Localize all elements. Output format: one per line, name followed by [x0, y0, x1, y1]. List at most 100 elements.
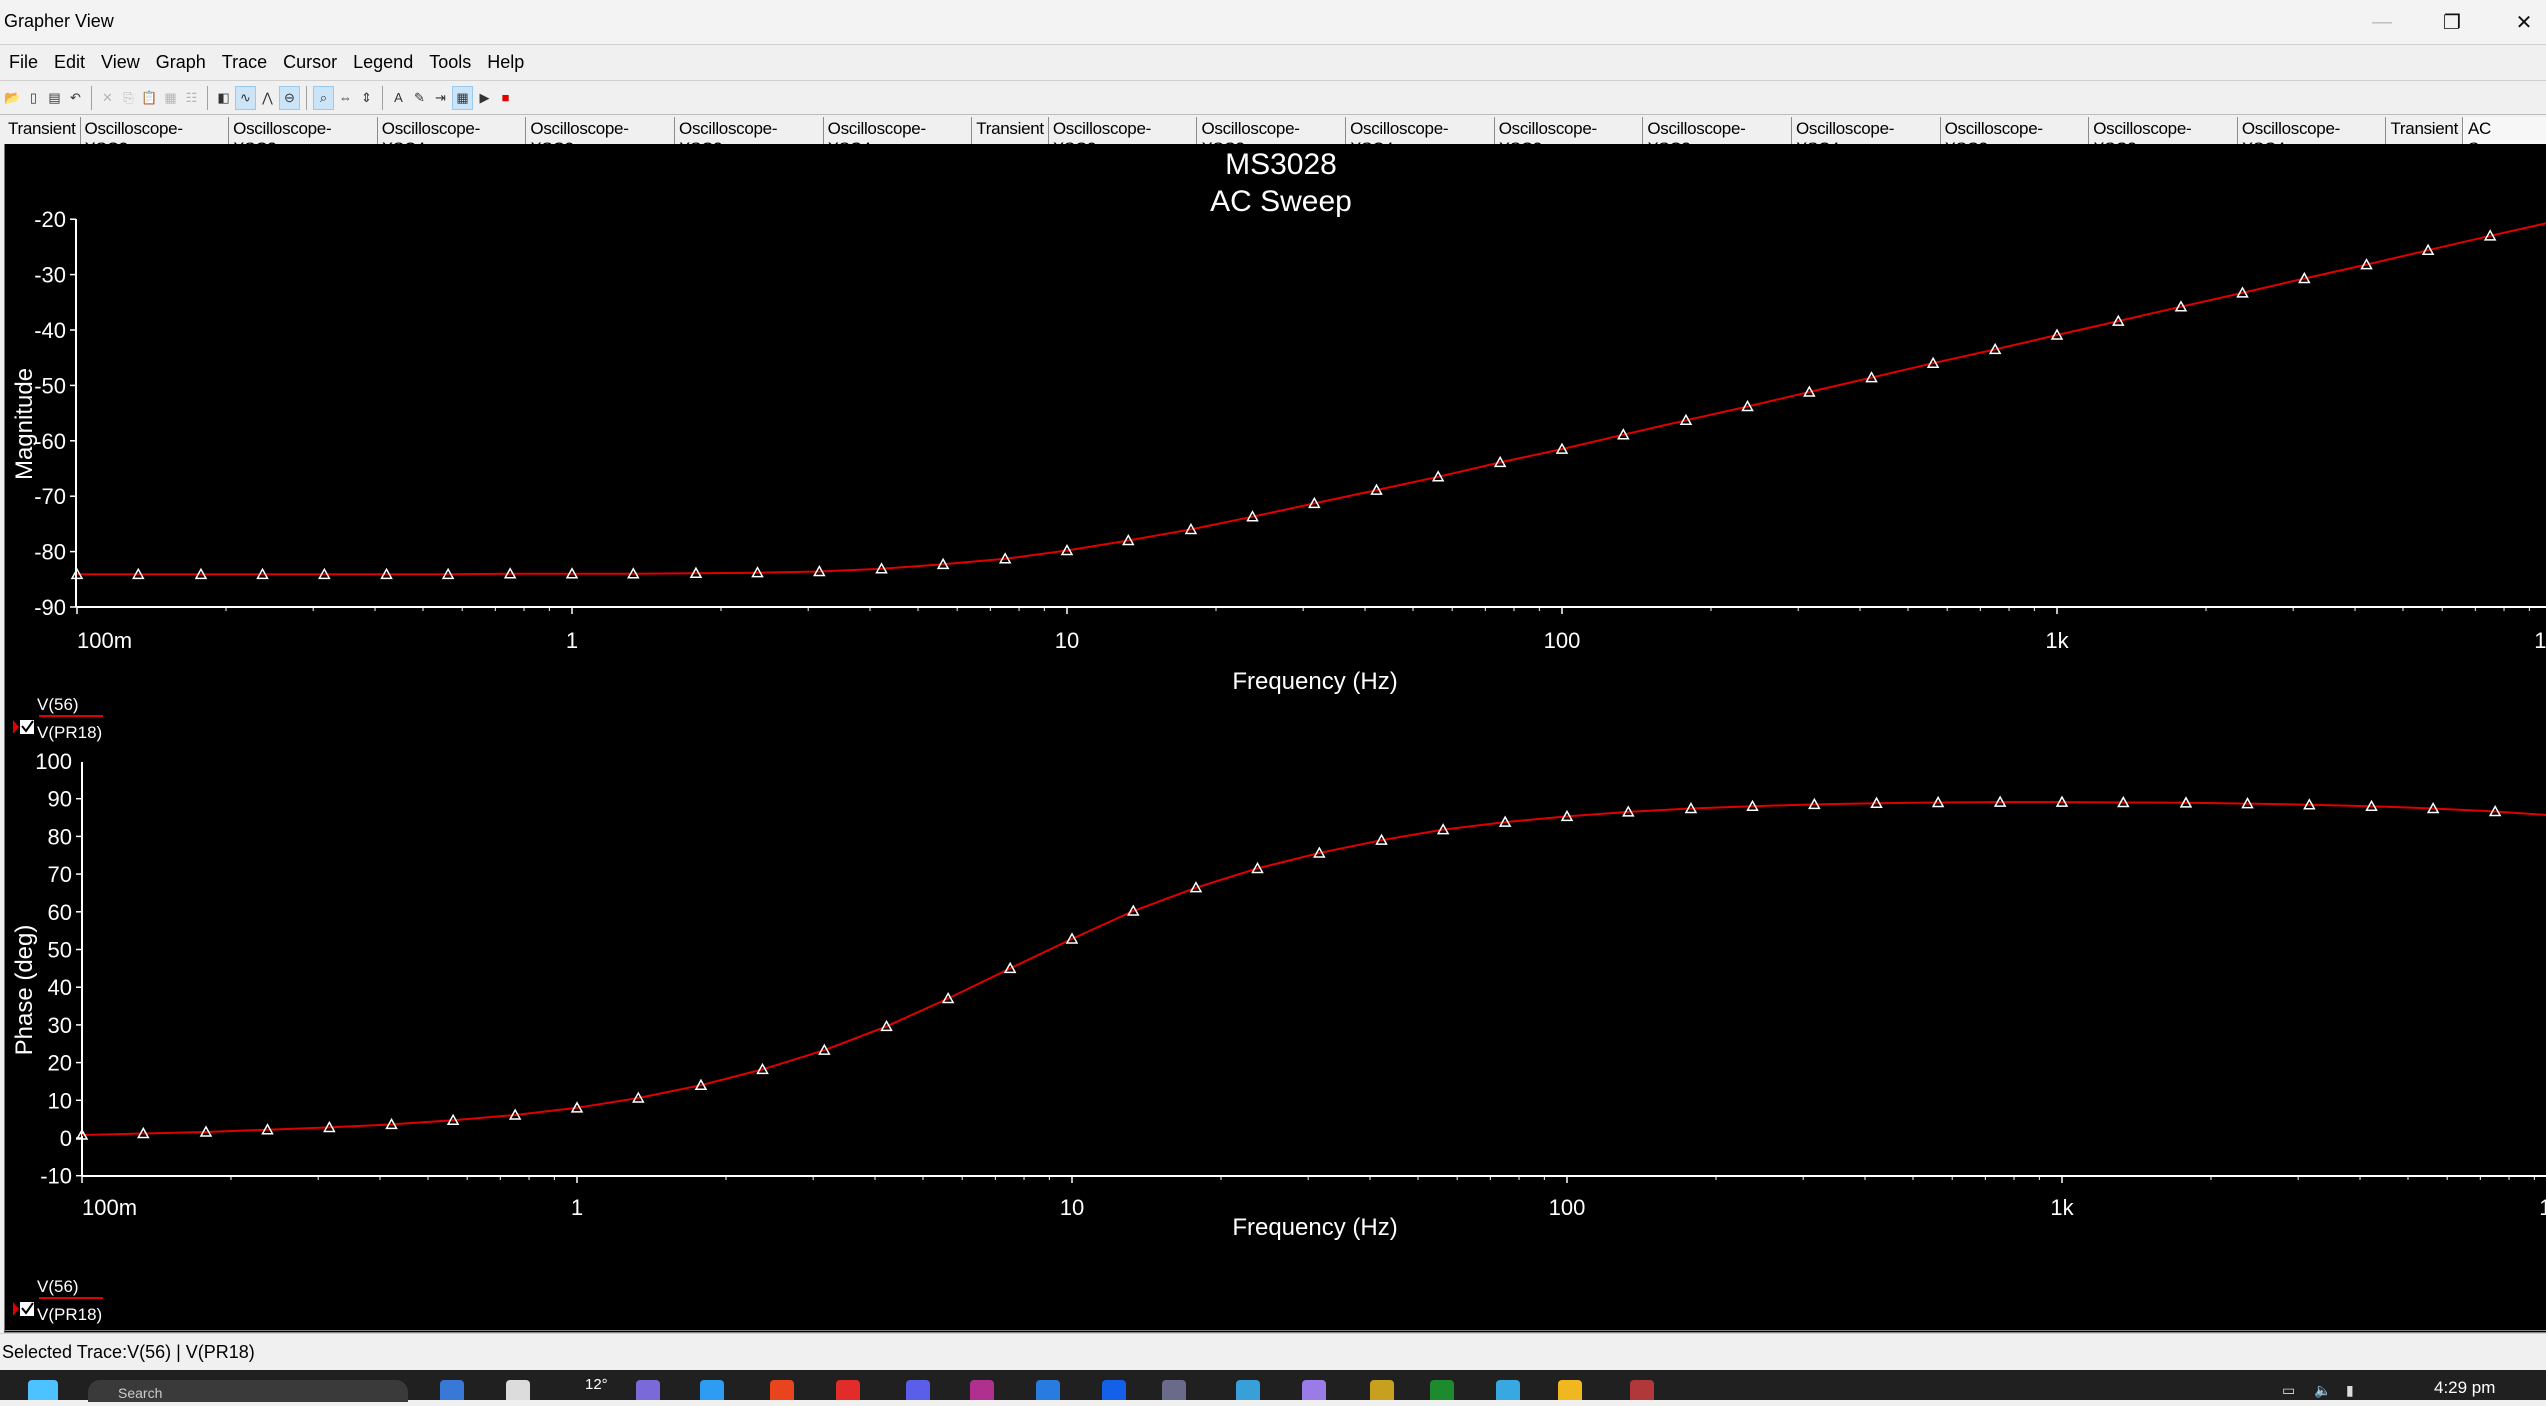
- xbox-icon[interactable]: [1430, 1380, 1454, 1400]
- tab-oscilloscope-xsc4[interactable]: Oscilloscope-XSC4: [1346, 117, 1495, 158]
- copy-button[interactable]: ⎘: [119, 87, 138, 109]
- weather-widget[interactable]: 12°: [585, 1376, 608, 1393]
- zoom-area-button[interactable]: ⌕: [313, 85, 334, 110]
- menu-help[interactable]: Help: [478, 52, 531, 73]
- app-icon[interactable]: [1036, 1380, 1060, 1400]
- zoom-x-button[interactable]: ⇔: [336, 87, 355, 109]
- trace-line[interactable]: [82, 801, 2546, 1136]
- cut-button[interactable]: ✕: [98, 87, 117, 109]
- tab-oscilloscope-xsc4[interactable]: Oscilloscope-XSC4: [377, 117, 527, 158]
- tab-oscilloscope-xsc2[interactable]: Oscilloscope-XSC2: [1940, 117, 2090, 158]
- tab-oscilloscope-xsc2[interactable]: Oscilloscope-XSC2: [526, 117, 676, 158]
- menu-graph[interactable]: Graph: [147, 52, 213, 73]
- tab-oscilloscope-xsc3[interactable]: Oscilloscope-XSC3: [1643, 117, 1792, 158]
- tab-transient[interactable]: Transient: [4, 117, 81, 144]
- menu-cursor[interactable]: Cursor: [274, 52, 344, 73]
- tab-oscilloscope-xsc4[interactable]: Oscilloscope-XSC4: [823, 117, 973, 158]
- file-explorer-icon[interactable]: [506, 1380, 530, 1400]
- taskbar-search[interactable]: Search: [88, 1380, 408, 1402]
- tab-oscilloscope-xsc4[interactable]: Oscilloscope-XSC4: [1791, 117, 1941, 158]
- tab-ac-sweep[interactable]: AC Sweep: [2463, 117, 2546, 158]
- selected-trace-marker-icon: [13, 1302, 19, 1316]
- menu-tools[interactable]: Tools: [420, 52, 478, 73]
- app-icon[interactable]: [1370, 1380, 1394, 1400]
- minimize-button[interactable]: —: [2352, 0, 2412, 44]
- tab-oscilloscope-xsc3[interactable]: Oscilloscope-XSC3: [2089, 117, 2238, 158]
- tab-oscilloscope-xsc2[interactable]: Oscilloscope-XSC2: [80, 117, 230, 158]
- overlay-button[interactable]: ▦: [452, 85, 473, 110]
- trace-line[interactable]: [77, 222, 2546, 576]
- tab-oscilloscope-xsc2[interactable]: Oscilloscope-XSC2: [1048, 117, 1198, 158]
- graph-area[interactable]: MS3028 AC Sweep -20 -30 -40 -50 -60 -70 -80 -90…: [4, 144, 2546, 1333]
- x-axis-label: Frequency (Hz): [1232, 1214, 1397, 1241]
- print-icon: ▤: [48, 89, 61, 105]
- trace-legend[interactable]: V(56) V(PR18): [13, 1277, 103, 1324]
- app-icon[interactable]: [1302, 1380, 1326, 1400]
- restore-button[interactable]: ❐: [2422, 0, 2482, 44]
- menu-legend[interactable]: Legend: [344, 52, 420, 73]
- tab-oscilloscope-xsc4[interactable]: Oscilloscope-XSC4: [2237, 117, 2387, 158]
- cursor-button[interactable]: ⋀: [258, 87, 277, 109]
- battery-icon[interactable]: ▮: [2346, 1382, 2354, 1399]
- minimize-icon: —: [2372, 10, 2392, 33]
- copilot-icon[interactable]: [440, 1380, 464, 1400]
- app-icon[interactable]: [1102, 1380, 1126, 1400]
- toggle-background-button[interactable]: ◧: [214, 87, 233, 109]
- stop-button[interactable]: ■: [496, 87, 515, 109]
- export-button[interactable]: ⇥: [431, 87, 450, 109]
- zoom-out-button[interactable]: ⊖: [279, 85, 300, 110]
- properties-button[interactable]: ✎: [410, 87, 429, 109]
- text-button[interactable]: A: [389, 87, 408, 109]
- menu-edit[interactable]: Edit: [45, 52, 92, 73]
- calendar-icon[interactable]: [1496, 1380, 1520, 1400]
- zoom-out-icon: ⊖: [284, 89, 295, 105]
- paste-button[interactable]: 📋: [140, 87, 159, 109]
- bode-plot[interactable]: MS3028 AC Sweep -20 -30 -40 -50 -60 -70 -80 -90…: [5, 144, 2546, 1330]
- y-tick-label: 0: [60, 1126, 72, 1151]
- save-button[interactable]: ▯: [24, 87, 43, 109]
- text-icon: A: [394, 90, 403, 105]
- app-icon[interactable]: [1630, 1380, 1654, 1400]
- app-icon[interactable]: [836, 1380, 860, 1400]
- app-icon[interactable]: [970, 1380, 994, 1400]
- selected-trace-marker-icon: [13, 720, 19, 734]
- phase-plot[interactable]: 1009080706050403020100-10100m1101001k10k…: [11, 749, 2546, 1324]
- graph-title: MS3028: [1225, 148, 1337, 181]
- edge-icon[interactable]: [700, 1380, 724, 1400]
- app-icon[interactable]: [636, 1380, 660, 1400]
- tab-oscilloscope-xsc3[interactable]: Oscilloscope-XSC3: [1197, 117, 1347, 158]
- y-tick-label: -20: [34, 207, 66, 232]
- chrome-icon[interactable]: [906, 1380, 930, 1400]
- volume-icon[interactable]: 🔈: [2314, 1382, 2331, 1399]
- x-tick-label: 1: [571, 1195, 583, 1220]
- tab-oscilloscope-xsc3[interactable]: Oscilloscope-XSC3: [229, 117, 378, 158]
- grid-icon: ▦: [164, 89, 177, 105]
- grapher-app-icon[interactable]: [1162, 1380, 1186, 1400]
- legend-button[interactable]: ☷: [182, 87, 201, 109]
- menu-view[interactable]: View: [92, 52, 147, 73]
- tab-oscilloscope-xsc2[interactable]: Oscilloscope-XSC2: [1494, 117, 1644, 158]
- cut-icon: ✕: [102, 89, 113, 105]
- start-icon[interactable]: [28, 1380, 58, 1400]
- brave-icon[interactable]: [770, 1380, 794, 1400]
- magnitude-plot[interactable]: -20 -30 -40 -50 -60 -70 -80 -90 100m 1 10 100 1k 10k F…: [11, 207, 2546, 742]
- tab-transient[interactable]: Transient: [972, 117, 1049, 144]
- tab-transient[interactable]: Transient: [2386, 117, 2464, 144]
- print-button[interactable]: ▤: [45, 87, 64, 109]
- app-icon[interactable]: [1236, 1380, 1260, 1400]
- close-button[interactable]: ✕: [2494, 0, 2546, 44]
- menu-file[interactable]: File: [0, 52, 45, 73]
- undo-button[interactable]: ↶: [66, 87, 85, 109]
- network-icon[interactable]: ▭: [2282, 1382, 2295, 1399]
- clock[interactable]: 4:29 pm: [2434, 1378, 2495, 1398]
- export-data-button[interactable]: ▶: [475, 87, 494, 109]
- zoom-y-button[interactable]: ⇕: [357, 87, 376, 109]
- trace-legend[interactable]: V(56) V(PR18): [13, 695, 103, 742]
- grid-button[interactable]: ▦: [161, 87, 180, 109]
- show-points-button[interactable]: ∿: [235, 85, 256, 110]
- folder-icon[interactable]: [1558, 1380, 1582, 1400]
- menu-trace[interactable]: Trace: [213, 52, 274, 73]
- open-button[interactable]: 📂: [3, 87, 22, 109]
- tab-oscilloscope-xsc3[interactable]: Oscilloscope-XSC3: [675, 117, 824, 158]
- y-tick-label: -80: [34, 540, 66, 565]
